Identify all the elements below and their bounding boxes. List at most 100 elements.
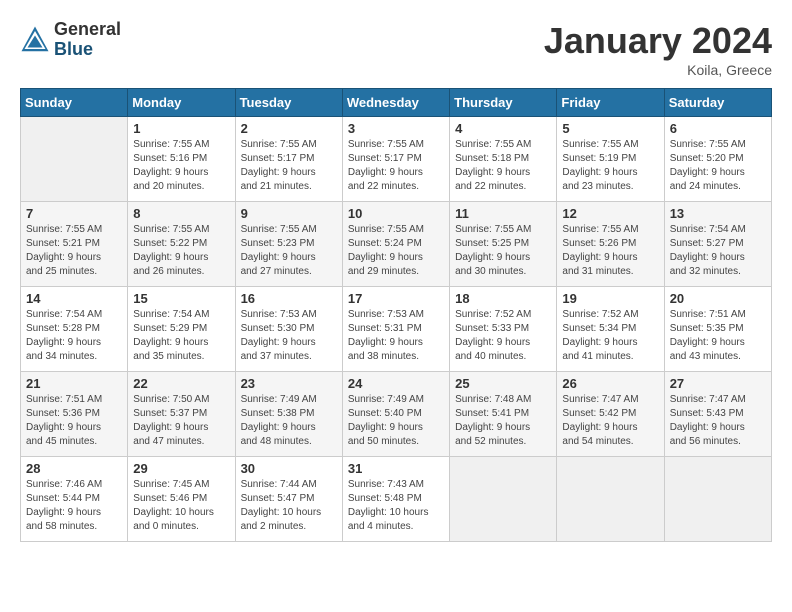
column-header-sunday: Sunday	[21, 89, 128, 117]
day-info: Sunrise: 7:55 AM Sunset: 5:22 PM Dayligh…	[133, 223, 229, 279]
day-info: Sunrise: 7:51 AM Sunset: 5:35 PM Dayligh…	[670, 308, 766, 364]
calendar-cell: 19 Sunrise: 7:52 AM Sunset: 5:34 PM Dayli…	[557, 287, 664, 372]
calendar-cell: 31 Sunrise: 7:43 AM Sunset: 5:48 PM Dayli…	[342, 457, 449, 542]
column-header-tuesday: Tuesday	[235, 89, 342, 117]
calendar-cell: 20 Sunrise: 7:51 AM Sunset: 5:35 PM Dayli…	[664, 287, 771, 372]
calendar-cell	[557, 457, 664, 542]
day-number: 7	[26, 206, 122, 221]
day-info: Sunrise: 7:55 AM Sunset: 5:24 PM Dayligh…	[348, 223, 444, 279]
day-number: 29	[133, 461, 229, 476]
day-number: 10	[348, 206, 444, 221]
calendar-cell: 3Sunrise: 7:55 AM Sunset: 5:17 PM Daylig…	[342, 117, 449, 202]
week-row-1: 1Sunrise: 7:55 AM Sunset: 5:16 PM Daylig…	[21, 117, 772, 202]
day-info: Sunrise: 7:55 AM Sunset: 5:20 PM Dayligh…	[670, 138, 766, 194]
day-info: Sunrise: 7:52 AM Sunset: 5:33 PM Dayligh…	[455, 308, 551, 364]
calendar-cell: 27Sunrise: 7:47 AM Sunset: 5:43 PM Dayli…	[664, 372, 771, 457]
day-info: Sunrise: 7:55 AM Sunset: 5:18 PM Dayligh…	[455, 138, 551, 194]
calendar-cell: 21 Sunrise: 7:51 AM Sunset: 5:36 PM Dayli…	[21, 372, 128, 457]
day-number: 19	[562, 291, 658, 306]
day-number: 31	[348, 461, 444, 476]
calendar-cell: 18 Sunrise: 7:52 AM Sunset: 5:33 PM Dayli…	[450, 287, 557, 372]
calendar-cell: 16 Sunrise: 7:53 AM Sunset: 5:30 PM Dayli…	[235, 287, 342, 372]
calendar-cell: 2 Sunrise: 7:55 AM Sunset: 5:17 PM Daylig…	[235, 117, 342, 202]
day-info: Sunrise: 7:44 AM Sunset: 5:47 PM Dayligh…	[241, 478, 337, 534]
day-number: 9	[241, 206, 337, 221]
day-number: 2	[241, 121, 337, 136]
logo-general-text: General	[54, 20, 121, 40]
column-header-wednesday: Wednesday	[342, 89, 449, 117]
day-info: Sunrise: 7:51 AM Sunset: 5:36 PM Dayligh…	[26, 393, 122, 449]
calendar-cell: 12 Sunrise: 7:55 AM Sunset: 5:26 PM Dayli…	[557, 202, 664, 287]
day-number: 21	[26, 376, 122, 391]
day-number: 4	[455, 121, 551, 136]
day-info: Sunrise: 7:55 AM Sunset: 5:23 PM Dayligh…	[241, 223, 337, 279]
day-info: Sunrise: 7:48 AM Sunset: 5:41 PM Dayligh…	[455, 393, 551, 449]
calendar-cell	[664, 457, 771, 542]
calendar-cell: 8 Sunrise: 7:55 AM Sunset: 5:22 PM Daylig…	[128, 202, 235, 287]
day-info: Sunrise: 7:54 AM Sunset: 5:29 PM Dayligh…	[133, 308, 229, 364]
day-info: Sunrise: 7:55 AM Sunset: 5:16 PM Dayligh…	[133, 138, 229, 194]
month-title: January 2024	[544, 20, 772, 62]
calendar-header-row: SundayMondayTuesdayWednesdayThursdayFrid…	[21, 89, 772, 117]
day-info: Sunrise: 7:55 AM Sunset: 5:17 PM Dayligh…	[241, 138, 337, 194]
column-header-saturday: Saturday	[664, 89, 771, 117]
day-info: Sunrise: 7:49 AM Sunset: 5:40 PM Dayligh…	[348, 393, 444, 449]
day-number: 13	[670, 206, 766, 221]
column-header-thursday: Thursday	[450, 89, 557, 117]
day-number: 12	[562, 206, 658, 221]
day-number: 16	[241, 291, 337, 306]
page-header: General Blue January 2024 Koila, Greece	[20, 20, 772, 78]
day-info: Sunrise: 7:50 AM Sunset: 5:37 PM Dayligh…	[133, 393, 229, 449]
day-info: Sunrise: 7:49 AM Sunset: 5:38 PM Dayligh…	[241, 393, 337, 449]
calendar-cell: 7 Sunrise: 7:55 AM Sunset: 5:21 PM Daylig…	[21, 202, 128, 287]
calendar-cell: 1Sunrise: 7:55 AM Sunset: 5:16 PM Daylig…	[128, 117, 235, 202]
day-info: Sunrise: 7:55 AM Sunset: 5:25 PM Dayligh…	[455, 223, 551, 279]
day-info: Sunrise: 7:52 AM Sunset: 5:34 PM Dayligh…	[562, 308, 658, 364]
day-number: 6	[670, 121, 766, 136]
day-number: 23	[241, 376, 337, 391]
calendar-cell: 25 Sunrise: 7:48 AM Sunset: 5:41 PM Dayli…	[450, 372, 557, 457]
week-row-4: 21 Sunrise: 7:51 AM Sunset: 5:36 PM Dayli…	[21, 372, 772, 457]
day-number: 22	[133, 376, 229, 391]
calendar-cell: 14 Sunrise: 7:54 AM Sunset: 5:28 PM Dayli…	[21, 287, 128, 372]
calendar-cell: 29 Sunrise: 7:45 AM Sunset: 5:46 PM Dayli…	[128, 457, 235, 542]
day-info: Sunrise: 7:43 AM Sunset: 5:48 PM Dayligh…	[348, 478, 444, 534]
title-area: January 2024 Koila, Greece	[544, 20, 772, 78]
calendar-cell: 22 Sunrise: 7:50 AM Sunset: 5:37 PM Dayli…	[128, 372, 235, 457]
day-number: 20	[670, 291, 766, 306]
day-info: Sunrise: 7:54 AM Sunset: 5:28 PM Dayligh…	[26, 308, 122, 364]
logo-blue-text: Blue	[54, 40, 121, 60]
calendar-cell: 23 Sunrise: 7:49 AM Sunset: 5:38 PM Dayli…	[235, 372, 342, 457]
calendar-cell: 13 Sunrise: 7:54 AM Sunset: 5:27 PM Dayli…	[664, 202, 771, 287]
calendar-cell: 9 Sunrise: 7:55 AM Sunset: 5:23 PM Daylig…	[235, 202, 342, 287]
week-row-5: 28Sunrise: 7:46 AM Sunset: 5:44 PM Dayli…	[21, 457, 772, 542]
calendar-cell: 28Sunrise: 7:46 AM Sunset: 5:44 PM Dayli…	[21, 457, 128, 542]
calendar-table: SundayMondayTuesdayWednesdayThursdayFrid…	[20, 88, 772, 542]
logo-text: General Blue	[54, 20, 121, 60]
day-number: 8	[133, 206, 229, 221]
week-row-3: 14 Sunrise: 7:54 AM Sunset: 5:28 PM Dayli…	[21, 287, 772, 372]
day-number: 28	[26, 461, 122, 476]
day-info: Sunrise: 7:47 AM Sunset: 5:43 PM Dayligh…	[670, 393, 766, 449]
calendar-cell: 17Sunrise: 7:53 AM Sunset: 5:31 PM Dayli…	[342, 287, 449, 372]
logo: General Blue	[20, 20, 121, 60]
day-info: Sunrise: 7:45 AM Sunset: 5:46 PM Dayligh…	[133, 478, 229, 534]
week-row-2: 7 Sunrise: 7:55 AM Sunset: 5:21 PM Daylig…	[21, 202, 772, 287]
day-info: Sunrise: 7:55 AM Sunset: 5:19 PM Dayligh…	[562, 138, 658, 194]
day-info: Sunrise: 7:47 AM Sunset: 5:42 PM Dayligh…	[562, 393, 658, 449]
day-number: 26	[562, 376, 658, 391]
day-info: Sunrise: 7:54 AM Sunset: 5:27 PM Dayligh…	[670, 223, 766, 279]
day-info: Sunrise: 7:55 AM Sunset: 5:21 PM Dayligh…	[26, 223, 122, 279]
calendar-cell	[21, 117, 128, 202]
column-header-friday: Friday	[557, 89, 664, 117]
calendar-cell: 15Sunrise: 7:54 AM Sunset: 5:29 PM Dayli…	[128, 287, 235, 372]
calendar-cell	[450, 457, 557, 542]
day-number: 25	[455, 376, 551, 391]
day-number: 11	[455, 206, 551, 221]
day-info: Sunrise: 7:53 AM Sunset: 5:30 PM Dayligh…	[241, 308, 337, 364]
day-number: 18	[455, 291, 551, 306]
day-info: Sunrise: 7:55 AM Sunset: 5:26 PM Dayligh…	[562, 223, 658, 279]
day-number: 14	[26, 291, 122, 306]
calendar-cell: 10 Sunrise: 7:55 AM Sunset: 5:24 PM Dayli…	[342, 202, 449, 287]
day-number: 5	[562, 121, 658, 136]
